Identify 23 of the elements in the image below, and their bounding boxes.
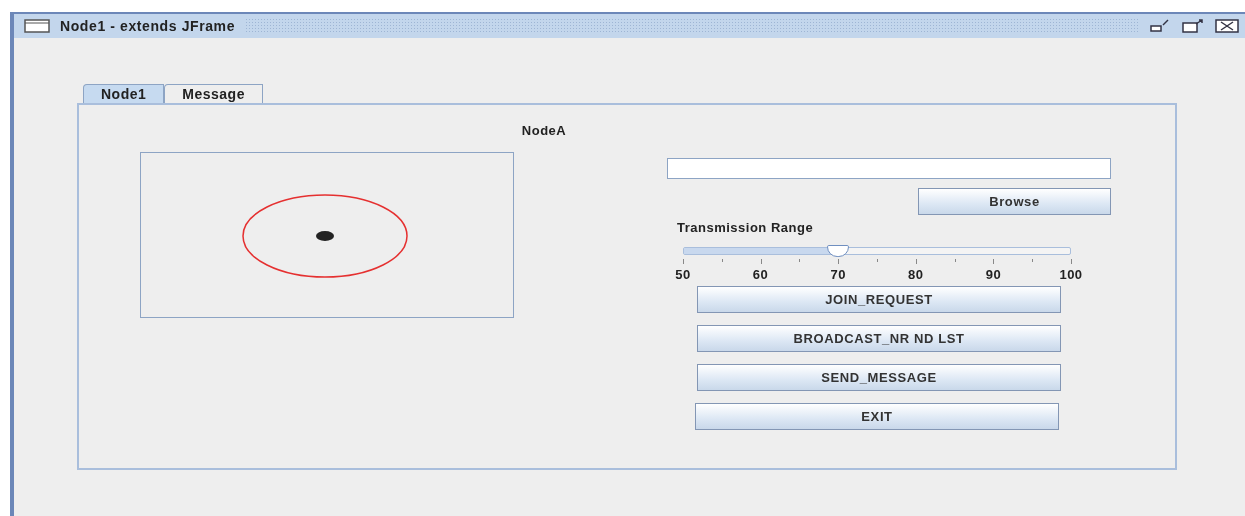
- window-icon: [24, 19, 50, 33]
- minimize-icon[interactable]: [1149, 19, 1171, 33]
- tick-label: 100: [1059, 267, 1083, 282]
- tick-label: 70: [830, 267, 846, 282]
- tab[interactable]: Node1: [83, 84, 165, 103]
- tab[interactable]: Message: [164, 84, 263, 103]
- range-slider[interactable]: [683, 247, 1071, 255]
- browse-button[interactable]: Browse: [918, 188, 1111, 215]
- node-label: NodeA: [520, 122, 568, 138]
- action-button[interactable]: BROADCAST_NR ND LST: [697, 325, 1061, 352]
- slider-thumb[interactable]: [827, 245, 850, 257]
- file-path-field[interactable]: [667, 158, 1111, 179]
- tick-label: 60: [752, 267, 769, 282]
- tick-label: 50: [675, 267, 691, 282]
- maximize-icon[interactable]: [1181, 19, 1205, 33]
- action-button[interactable]: SEND_MESSAGE: [697, 364, 1061, 391]
- slider-label: Transmission Range: [677, 220, 815, 235]
- tick-label: 90: [985, 267, 1002, 282]
- action-button[interactable]: EXIT: [695, 403, 1059, 430]
- tick-label: 80: [908, 267, 924, 282]
- window-title: Node1 - extends JFrame: [60, 18, 236, 34]
- action-button[interactable]: JOIN_REQUEST: [697, 286, 1061, 313]
- close-icon[interactable]: [1215, 19, 1239, 33]
